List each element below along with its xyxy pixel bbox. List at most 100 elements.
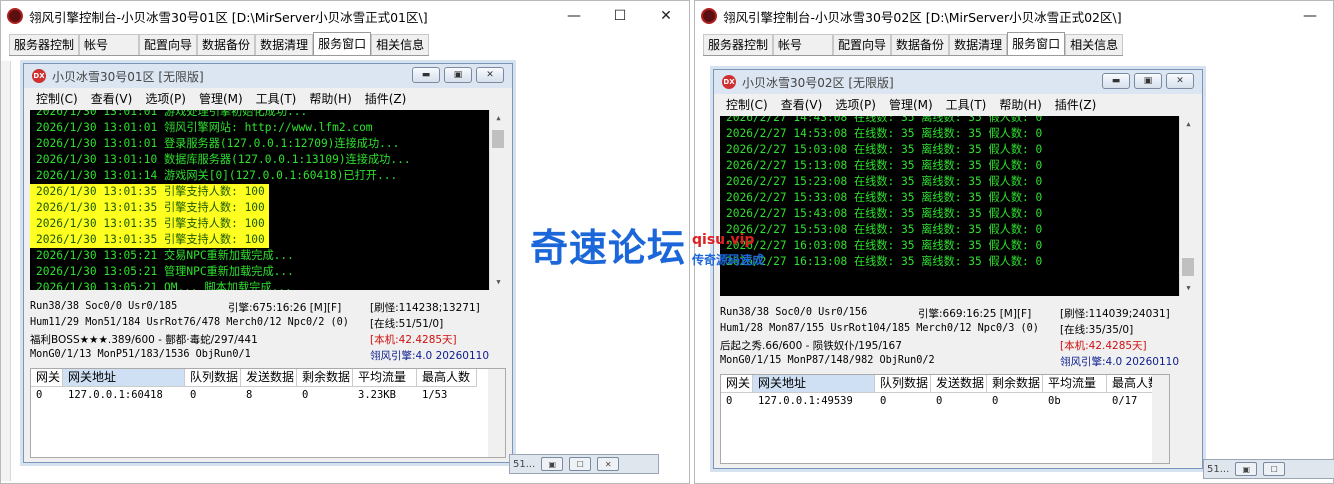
tab-data-cleanup[interactable]: 数据清理	[255, 34, 314, 55]
log-line: 2026/2/27 15:03:08 在线数: 35 离线数: 35 假人数: …	[726, 143, 1043, 156]
tab-related-info[interactable]: 相关信息	[371, 34, 430, 55]
scroll-up-icon[interactable]: ▲	[490, 110, 506, 126]
right-menu-bar: 控制(C) 查看(V) 选项(P) 管理(M) 工具(T) 帮助(H) 插件(Z…	[714, 96, 1202, 114]
cell-gateway: 0	[726, 395, 733, 407]
scroll-up-icon[interactable]: ▲	[1180, 116, 1196, 132]
tab-data-cleanup[interactable]: 数据清理	[949, 34, 1008, 55]
left-minimized-window[interactable]: 51... ▣ ☐ ✕	[509, 454, 659, 474]
minimize-icon[interactable]: ▬	[1102, 73, 1130, 89]
restore-icon[interactable]: ▣	[444, 67, 472, 83]
close-icon[interactable]: ✕	[1166, 73, 1194, 89]
col-avg-traffic[interactable]: 平均流量	[1043, 375, 1107, 393]
menu-options[interactable]: 选项(P)	[835, 96, 876, 114]
table-row[interactable]: 0 127.0.0.1:60418 0 8 0 3.23KB 1/53	[31, 387, 505, 403]
menu-plugins[interactable]: 插件(Z)	[1055, 96, 1097, 114]
tab-account[interactable]: 帐号	[79, 34, 140, 55]
maximize-icon[interactable]: ☐	[1263, 462, 1286, 476]
cell-max-users: 1/53	[422, 389, 448, 401]
cell-queue: 0	[190, 389, 197, 401]
col-remaining-data[interactable]: 剩余数据	[297, 369, 353, 387]
col-max-users[interactable]: 最高人数	[417, 369, 477, 387]
col-send-data[interactable]: 发送数据	[931, 375, 987, 393]
menu-options[interactable]: 选项(P)	[145, 90, 186, 108]
log-line: 2026/1/30 13:05:21 QM... 脚本加载完成...	[36, 281, 292, 290]
tab-data-backup[interactable]: 数据备份	[891, 34, 950, 55]
right-title-bar[interactable]: 翎风引擎控制台-小贝冰雪30号02区 [D:\MirServer小贝冰雪正式02…	[695, 1, 1333, 31]
tab-service-window[interactable]: 服务窗口	[1007, 32, 1066, 55]
col-max-users[interactable]: 最高人数	[1107, 375, 1157, 393]
cell-send: 0	[936, 395, 943, 407]
right-inner-title: 小贝冰雪30号02区 [无限版]	[742, 75, 894, 90]
tab-server-control[interactable]: 服务器控制	[703, 34, 774, 55]
menu-control[interactable]: 控制(C)	[726, 96, 768, 114]
scroll-thumb[interactable]	[1182, 258, 1194, 276]
menu-help[interactable]: 帮助(H)	[999, 96, 1041, 114]
col-gateway[interactable]: 网关	[721, 375, 753, 393]
tab-service-window[interactable]: 服务窗口	[313, 32, 372, 55]
table-header: 网关 网关地址 队列数据 发送数据 剩余数据 平均流量 最高人数	[721, 375, 1169, 393]
local-days: [本机:42.4285天]	[1060, 340, 1147, 352]
restore-icon[interactable]: ▣	[1134, 73, 1162, 89]
right-minimized-window[interactable]: 51... ▣ ☐	[1203, 459, 1334, 479]
engine-version: 翎风引擎:4.0 20260110	[1060, 356, 1180, 368]
left-title-bar[interactable]: 翎风引擎控制台-小贝冰雪30号01区 [D:\MirServer小贝冰雪正式01…	[1, 1, 689, 31]
close-icon[interactable]: ✕	[476, 67, 504, 83]
col-send-data[interactable]: 发送数据	[241, 369, 297, 387]
tab-config-wizard[interactable]: 配置向导	[833, 34, 892, 55]
tab-server-control[interactable]: 服务器控制	[9, 34, 80, 55]
minimize-icon[interactable]: —	[551, 1, 597, 31]
log-line: 2026/1/30 13:01:01 游戏处理引擎初始化成功...	[36, 110, 308, 118]
scroll-thumb[interactable]	[492, 130, 504, 148]
dx-icon: DX	[722, 75, 736, 89]
maximize-icon[interactable]: ☐	[597, 1, 643, 31]
scroll-down-icon[interactable]: ▼	[1180, 280, 1196, 296]
menu-view[interactable]: 查看(V)	[781, 96, 823, 114]
cell-gateway: 0	[36, 389, 43, 401]
log-line: 2026/1/30 13:01:01 翎风引擎网站: http://www.lf…	[36, 121, 373, 134]
col-gateway-address[interactable]: 网关地址	[63, 369, 185, 387]
left-log-console[interactable]: 2026/1/30 13:01:01 游戏处理引擎初始化成功... 2026/1/…	[30, 110, 506, 290]
tab-related-info[interactable]: 相关信息	[1065, 34, 1124, 55]
restore-icon[interactable]: ▣	[1235, 462, 1258, 476]
left-inner-title-bar[interactable]: DX 小贝冰雪30号01区 [无限版] ▬ ▣ ✕	[24, 64, 512, 88]
col-remaining-data[interactable]: 剩余数据	[987, 375, 1043, 393]
log-line: 2026/1/30 13:01:35 引擎支持人数: 100	[30, 232, 269, 248]
right-gateway-table: 网关 网关地址 队列数据 发送数据 剩余数据 平均流量 最高人数 0 127.0…	[720, 374, 1170, 464]
scroll-down-icon[interactable]: ▼	[490, 274, 506, 290]
menu-manage[interactable]: 管理(M)	[199, 90, 243, 108]
maximize-icon[interactable]: ☐	[569, 457, 592, 471]
tab-account[interactable]: 帐号	[773, 34, 834, 55]
right-tab-strip: 服务器控制 帐号 配置向导 数据备份 数据清理 服务窗口 相关信息	[703, 32, 1124, 56]
right-log-scrollbar[interactable]: ▲ ▼	[1179, 116, 1196, 296]
minimize-icon[interactable]: ▬	[412, 67, 440, 83]
col-gateway-address[interactable]: 网关地址	[753, 375, 875, 393]
menu-tools[interactable]: 工具(T)	[946, 96, 987, 114]
tab-config-wizard[interactable]: 配置向导	[139, 34, 198, 55]
right-log-console[interactable]: 2026/2/27 14:43:08 在线数: 35 离线数: 35 假人数: …	[720, 116, 1196, 296]
menu-help[interactable]: 帮助(H)	[309, 90, 351, 108]
col-queue-data[interactable]: 队列数据	[875, 375, 931, 393]
cell-max-users: 0/17	[1112, 395, 1138, 407]
right-inner-title-bar[interactable]: DX 小贝冰雪30号02区 [无限版] ▬ ▣ ✕	[714, 70, 1202, 94]
dx-icon: DX	[32, 69, 46, 83]
menu-manage[interactable]: 管理(M)	[889, 96, 933, 114]
menu-tools[interactable]: 工具(T)	[256, 90, 297, 108]
minimize-icon[interactable]: —	[1287, 1, 1333, 31]
table-scrollbar[interactable]	[488, 369, 505, 457]
table-scrollbar[interactable]	[1152, 375, 1169, 463]
tab-data-backup[interactable]: 数据备份	[197, 34, 256, 55]
restore-icon[interactable]: ▣	[541, 457, 564, 471]
online-count: [在线:35/35/0]	[1060, 324, 1134, 336]
col-gateway[interactable]: 网关	[31, 369, 63, 387]
close-icon[interactable]: ✕	[597, 457, 620, 471]
menu-view[interactable]: 查看(V)	[91, 90, 133, 108]
col-avg-traffic[interactable]: 平均流量	[353, 369, 417, 387]
table-row[interactable]: 0 127.0.0.1:49539 0 0 0 0b 0/17	[721, 393, 1169, 409]
left-log-scrollbar[interactable]: ▲ ▼	[489, 110, 506, 290]
menu-plugins[interactable]: 插件(Z)	[365, 90, 407, 108]
close-icon[interactable]: ✕	[643, 1, 689, 31]
col-queue-data[interactable]: 队列数据	[185, 369, 241, 387]
run-stats: Run38/38 Soc0/0 Usr0/156	[720, 307, 868, 318]
menu-control[interactable]: 控制(C)	[36, 90, 78, 108]
log-line: 2026/2/27 16:13:08 在线数: 35 离线数: 35 假人数: …	[726, 255, 1043, 268]
